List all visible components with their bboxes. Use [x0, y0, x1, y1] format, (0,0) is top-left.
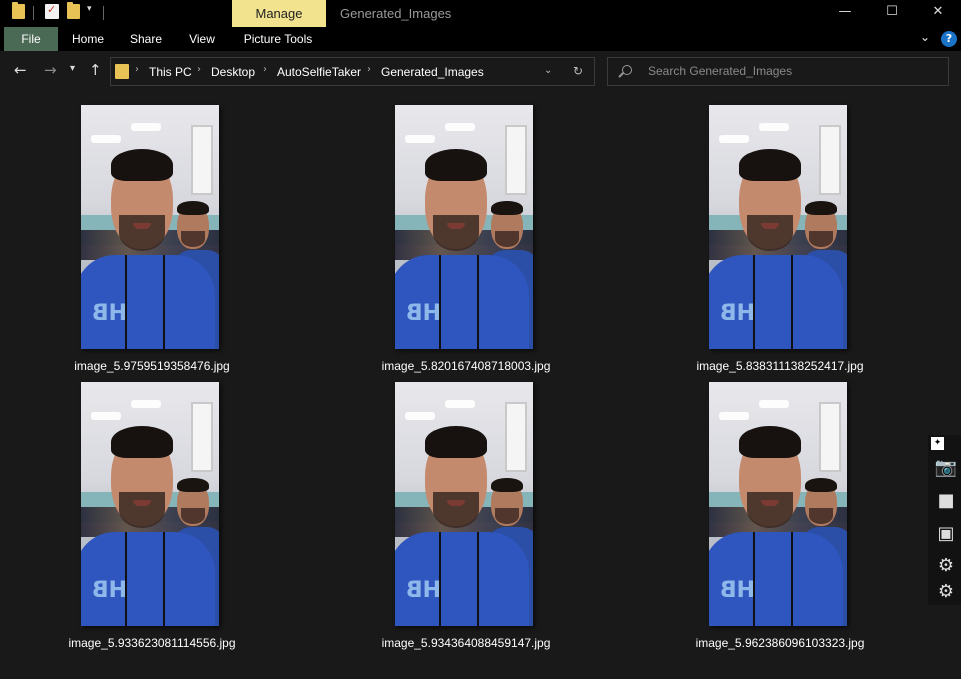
- ribbon-tabs: File Home Share View Picture Tools ⌄ ?: [0, 27, 961, 51]
- image-thumbnail[interactable]: HB: [395, 105, 533, 349]
- title-bar: ▾ Manage Generated_Images — ☐ ✕: [0, 0, 961, 27]
- tab-picture-tools[interactable]: Picture Tools: [236, 27, 320, 51]
- chevron-right-icon[interactable]: ›: [197, 64, 201, 75]
- image-thumbnail[interactable]: HB: [395, 382, 533, 626]
- forward-arrow-icon[interactable]: →: [44, 61, 57, 79]
- image-thumbnail[interactable]: HB: [709, 105, 847, 349]
- breadcrumb-generated-images[interactable]: Generated_Images: [381, 65, 484, 79]
- tab-share[interactable]: Share: [122, 27, 170, 51]
- breadcrumb-autoselfietaker[interactable]: AutoSelfieTaker: [277, 65, 361, 79]
- address-history-chevron-icon[interactable]: ⌄: [544, 65, 552, 76]
- folder-icon[interactable]: [12, 2, 25, 19]
- properties-icon[interactable]: [45, 3, 59, 19]
- file-name[interactable]: image_5.962386096103323.jpg: [680, 636, 880, 650]
- back-arrow-icon[interactable]: ←: [14, 61, 27, 79]
- breadcrumb-this-pc[interactable]: This PC: [149, 65, 192, 79]
- tab-view[interactable]: View: [180, 27, 224, 51]
- file-name[interactable]: image_5.838311138252417.jpg: [680, 359, 880, 373]
- navigation-bar: ← → ▾ ↑ › This PC › Desktop › AutoSelfie…: [0, 51, 961, 92]
- recent-locations-chevron-icon[interactable]: ▾: [70, 63, 75, 74]
- chevron-right-icon[interactable]: ›: [135, 64, 139, 75]
- tab-file[interactable]: File: [4, 27, 58, 51]
- up-arrow-icon[interactable]: ↑: [89, 61, 102, 79]
- close-button[interactable]: ✕: [915, 0, 961, 27]
- help-icon[interactable]: ?: [941, 31, 957, 47]
- file-name[interactable]: image_5.9759519358476.jpg: [52, 359, 252, 373]
- maximize-button[interactable]: ☐: [869, 0, 915, 27]
- expand-ribbon-icon[interactable]: ⌄: [920, 30, 930, 44]
- chevron-right-icon[interactable]: ›: [367, 64, 371, 75]
- divider: [33, 6, 34, 20]
- floating-capture-toolbar: ✦ 📷 ■ ▣ ⚙ ⚙: [928, 435, 961, 605]
- chevron-right-icon[interactable]: ›: [263, 64, 267, 75]
- minimize-button[interactable]: —: [822, 0, 868, 27]
- file-view: HB image_5.9759519358476.jpg HB image_5.…: [0, 92, 961, 679]
- image-thumbnail[interactable]: HB: [81, 382, 219, 626]
- image-thumbnail[interactable]: HB: [709, 382, 847, 626]
- gear-icon[interactable]: ⚙: [934, 555, 958, 577]
- gallery-icon[interactable]: ▣: [934, 523, 958, 545]
- file-name[interactable]: image_5.820167408718003.jpg: [366, 359, 566, 373]
- customize-quick-access-icon[interactable]: ▾: [87, 4, 92, 22]
- window-title: Generated_Images: [340, 6, 452, 21]
- folder-icon: [115, 64, 129, 79]
- camera-icon[interactable]: 📷: [934, 457, 958, 479]
- new-folder-icon[interactable]: [67, 2, 80, 19]
- file-name[interactable]: image_5.933623081114556.jpg: [52, 636, 252, 650]
- search-input[interactable]: [648, 64, 938, 78]
- video-icon[interactable]: ■: [934, 490, 958, 512]
- refresh-icon[interactable]: ↻: [573, 64, 583, 78]
- address-bar[interactable]: › This PC › Desktop › AutoSelfieTaker › …: [110, 57, 595, 86]
- breadcrumb-desktop[interactable]: Desktop: [211, 65, 255, 79]
- gear-icon[interactable]: ⚙: [934, 581, 958, 603]
- search-icon: [622, 65, 632, 75]
- image-thumbnail[interactable]: HB: [81, 105, 219, 349]
- search-box[interactable]: [607, 57, 949, 86]
- divider: [103, 6, 104, 20]
- file-name[interactable]: image_5.934364088459147.jpg: [366, 636, 566, 650]
- manage-context-tab[interactable]: Manage: [232, 0, 326, 27]
- tab-home[interactable]: Home: [64, 27, 112, 51]
- pin-icon[interactable]: ✦: [931, 437, 944, 450]
